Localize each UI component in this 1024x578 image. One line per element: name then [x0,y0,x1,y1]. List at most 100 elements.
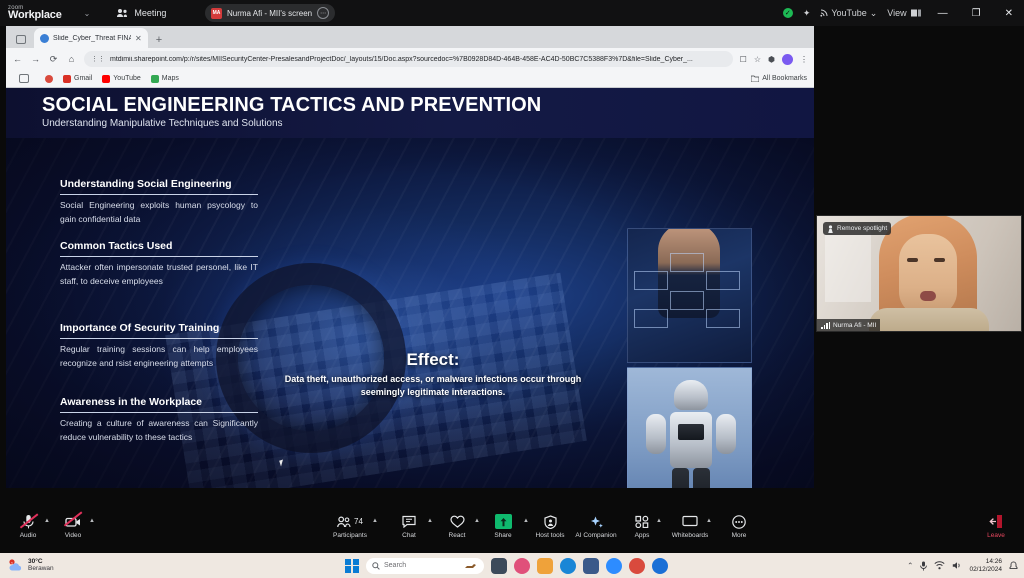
leave-meeting-label: Leave [987,532,1005,539]
toolbar-whiteboards-button[interactable]: Whiteboards [662,513,718,539]
folder-icon [751,75,760,82]
bookmark-item-maps[interactable]: Maps [150,74,179,83]
photos-icon[interactable] [514,557,530,574]
participant-torso [869,308,989,331]
apps-grid-icon[interactable] [13,70,35,88]
microphone-icon[interactable] [920,561,928,571]
view-menu-item[interactable]: View [887,8,921,18]
youtube-menu-item[interactable]: YouTube ⌄ [820,8,877,19]
toolbar-video-button[interactable]: Video [45,511,101,539]
screen-share-label: Nurma Afi - MII's screen [227,8,313,18]
participant-video-tile[interactable]: Remove spotlight Nurma Afi - MII [816,215,1022,332]
people-icon: 74 [337,513,363,530]
edge-icon[interactable] [560,557,576,574]
zoom-top-bar: zoom Workplace ⌄ Meeting MA Nurma Afi - … [0,0,1024,26]
bullet-heading: Understanding Social Engineering [60,178,232,190]
toolbar-participants-button[interactable]: 74 Participants [322,513,378,539]
browser-toolbar: ← → ⟳ ⌂ ⋮⋮ mtdimii.sharepoint.com/p:/r/s… [6,48,814,70]
taskbar-clock[interactable]: 14:26 02/12/2024 [969,558,1002,572]
more-ellipsis-icon [732,513,746,530]
speaker-icon[interactable] [952,561,962,570]
participants-count: 74 [354,517,363,526]
notification-bell-icon[interactable] [1009,560,1018,571]
bookmark-label: Gmail [74,75,93,82]
zoom-meeting-toolbar: Audio ▲ Video ▲ 74 Participants ▲ Chat ▲ [0,508,1024,553]
bullet-divider [60,194,258,195]
bullet-body: Creating a culture of awareness can Sign… [60,418,258,442]
taskbar-search-box[interactable]: Search [366,557,484,574]
task-view-icon[interactable] [491,557,507,574]
bullet-heading: Awareness in the Workplace [60,396,203,408]
bullet-body: Attacker often impersonate trusted perso… [60,262,258,286]
slide-title: SOCIAL ENGINEERING TACTICS AND PREVENTIO… [42,94,542,116]
extensions-icon[interactable]: ⬢ [768,55,775,64]
participant-avatar-badge: MA [211,7,222,19]
window-minimize-button[interactable]: — [931,8,955,19]
bookmark-item-gmail[interactable]: Gmail [63,74,93,83]
window-close-button[interactable]: ✕ [998,8,1020,19]
slide-bullet-0: Understanding Social Engineering Social … [60,178,258,226]
bookmark-item-youtube[interactable]: YouTube [102,74,141,83]
home-button[interactable]: ⌂ [66,54,77,64]
wifi-icon[interactable] [934,561,945,570]
slide-bullet-3: Awareness in the Workplace Creating a cu… [60,396,258,444]
layout-view-icon [910,9,921,17]
outlook-icon[interactable] [652,557,668,574]
toolbar-more-label: More [731,532,747,539]
effect-title: Effect: [406,350,460,369]
chevron-down-icon: ⌄ [869,7,878,18]
meeting-tab[interactable]: Meeting [116,8,166,18]
browser-tab-active[interactable]: Slide_Cyber_Threat FINAL.p ✕ [34,28,148,48]
all-bookmarks-button[interactable]: All Bookmarks [751,75,807,82]
file-explorer-icon[interactable] [537,557,553,574]
zoom-icon[interactable] [606,557,622,574]
close-icon[interactable]: ✕ [135,34,142,43]
chrome-icon[interactable] [629,557,645,574]
bookmark-star-icon[interactable]: ☆ [754,55,761,64]
reload-button[interactable]: ⟳ [48,54,59,65]
toolbar-participants-label: Participants [333,532,367,539]
copilot-sparkle-icon[interactable]: ✦ [803,8,811,19]
split-screen-icon[interactable]: ☐ [740,55,747,64]
zoom-window-controls: ✓ ✦ YouTube ⌄ View — ❐ ✕ [782,0,1020,26]
taskbar-weather-widget[interactable]: 1 30°C Berawan [8,558,54,573]
toolbar-ai-companion-label: AI Companion [575,532,617,539]
bullet-divider [60,412,258,413]
participant-name-badge: Nurma Afi - MII [817,319,881,331]
shield-host-icon [543,513,557,530]
spotlight-icon [828,224,833,233]
leave-meeting-button[interactable]: Leave [976,513,1016,539]
weather-cloud-icon: 1 [9,558,22,570]
hexagon-network-photo [627,228,752,363]
video-options-chevron-down-icon[interactable]: ▲ [89,518,95,524]
toolbar-apps-label: Apps [634,532,650,539]
profile-avatar[interactable] [782,53,793,65]
bullet-body: Regular training sessions can help emplo… [60,344,258,368]
kebab-menu-icon[interactable]: ⋮ [800,55,808,64]
bookmark-item[interactable] [45,74,53,83]
bookmark-label: YouTube [113,75,141,82]
taskbar-center-group: Search [345,557,668,574]
more-options-icon[interactable]: ⋯ [317,7,330,19]
tab-search-icon[interactable] [10,30,32,48]
remove-spotlight-button[interactable]: Remove spotlight [823,222,892,235]
participants-chevron-down-icon[interactable]: ▲ [372,518,378,524]
view-label: View [887,8,907,18]
forward-button[interactable]: → [30,54,41,64]
chevron-down-icon[interactable]: ⌄ [84,9,91,18]
new-tab-button[interactable]: + [150,34,168,48]
site-settings-icon[interactable]: ⋮⋮ [91,55,105,63]
video-wall-panel [825,230,871,302]
address-bar[interactable]: ⋮⋮ mtdimii.sharepoint.com/p:/r/sites/MII… [84,51,733,67]
toolbar-more-button[interactable]: More [711,513,767,539]
screen-share-indicator[interactable]: MA Nurma Afi - MII's screen ⋯ [205,4,336,22]
bullet-body: Social Engineering exploits human psycol… [60,200,258,224]
store-icon[interactable] [583,557,599,574]
bookmarks-bar: Gmail YouTube Maps All Bookmarks [6,70,814,88]
back-button[interactable]: ← [12,54,23,64]
windows-start-icon[interactable] [345,558,359,573]
tray-chevron-up-icon[interactable]: ⌃ [907,561,913,570]
window-maximize-button[interactable]: ❐ [965,8,988,19]
toolbar-whiteboards-label: Whiteboards [671,532,709,539]
all-bookmarks-label: All Bookmarks [762,75,807,82]
